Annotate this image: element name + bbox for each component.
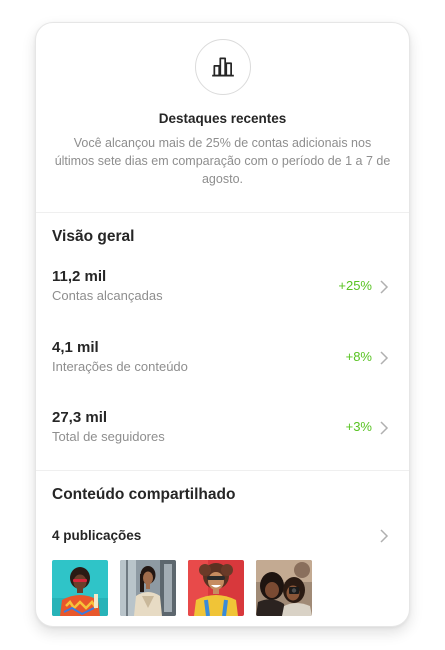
post-thumbnail[interactable]	[52, 560, 108, 616]
post-thumbnail[interactable]	[188, 560, 244, 616]
metric-value: 4,1 mil	[52, 339, 99, 356]
metric-value: 27,3 mil	[52, 409, 108, 426]
highlights-title: Destaques recentes	[158, 111, 287, 126]
metric-change: +25%	[338, 278, 372, 293]
chevron-right-icon	[380, 421, 389, 435]
divider	[36, 212, 409, 213]
divider	[36, 470, 409, 471]
chevron-right-icon	[380, 529, 389, 543]
post-image	[52, 560, 108, 616]
insights-card: Destaques recentes Você alcançou mais de…	[35, 22, 410, 627]
metric-value: 11,2 mil	[52, 268, 107, 285]
highlights-description: Você alcançou mais de 25% de contas adic…	[54, 136, 391, 186]
metric-label: Interações de conteúdo	[52, 359, 188, 374]
posts-row[interactable]: 4 publicações	[36, 521, 409, 551]
overview-title: Visão geral	[52, 228, 135, 245]
metric-row-accounts-reached[interactable]: 11,2 mil Contas alcançadas +25%	[36, 268, 409, 324]
metric-change: +8%	[345, 349, 372, 364]
post-image	[120, 560, 176, 616]
highlights-section: Destaques recentes Você alcançou mais de…	[36, 23, 409, 212]
bar-chart-icon-circle	[195, 39, 251, 95]
bar-chart-icon	[212, 57, 234, 77]
metric-row-content-interactions[interactable]: 4,1 mil Interações de conteúdo +8%	[36, 339, 409, 395]
metric-change: +3%	[345, 419, 372, 434]
post-thumbnail[interactable]	[256, 560, 312, 616]
posts-count-label: 4 publicações	[52, 528, 142, 543]
post-image	[256, 560, 312, 616]
metric-label: Total de seguidores	[52, 429, 165, 444]
metric-row-total-followers[interactable]: 27,3 mil Total de seguidores +3%	[36, 409, 409, 465]
metric-label: Contas alcançadas	[52, 288, 163, 303]
shared-content-title: Conteúdo compartilhado	[52, 486, 236, 503]
post-thumbnail[interactable]	[120, 560, 176, 616]
post-image	[188, 560, 244, 616]
chevron-right-icon	[380, 280, 389, 294]
chevron-right-icon	[380, 351, 389, 365]
